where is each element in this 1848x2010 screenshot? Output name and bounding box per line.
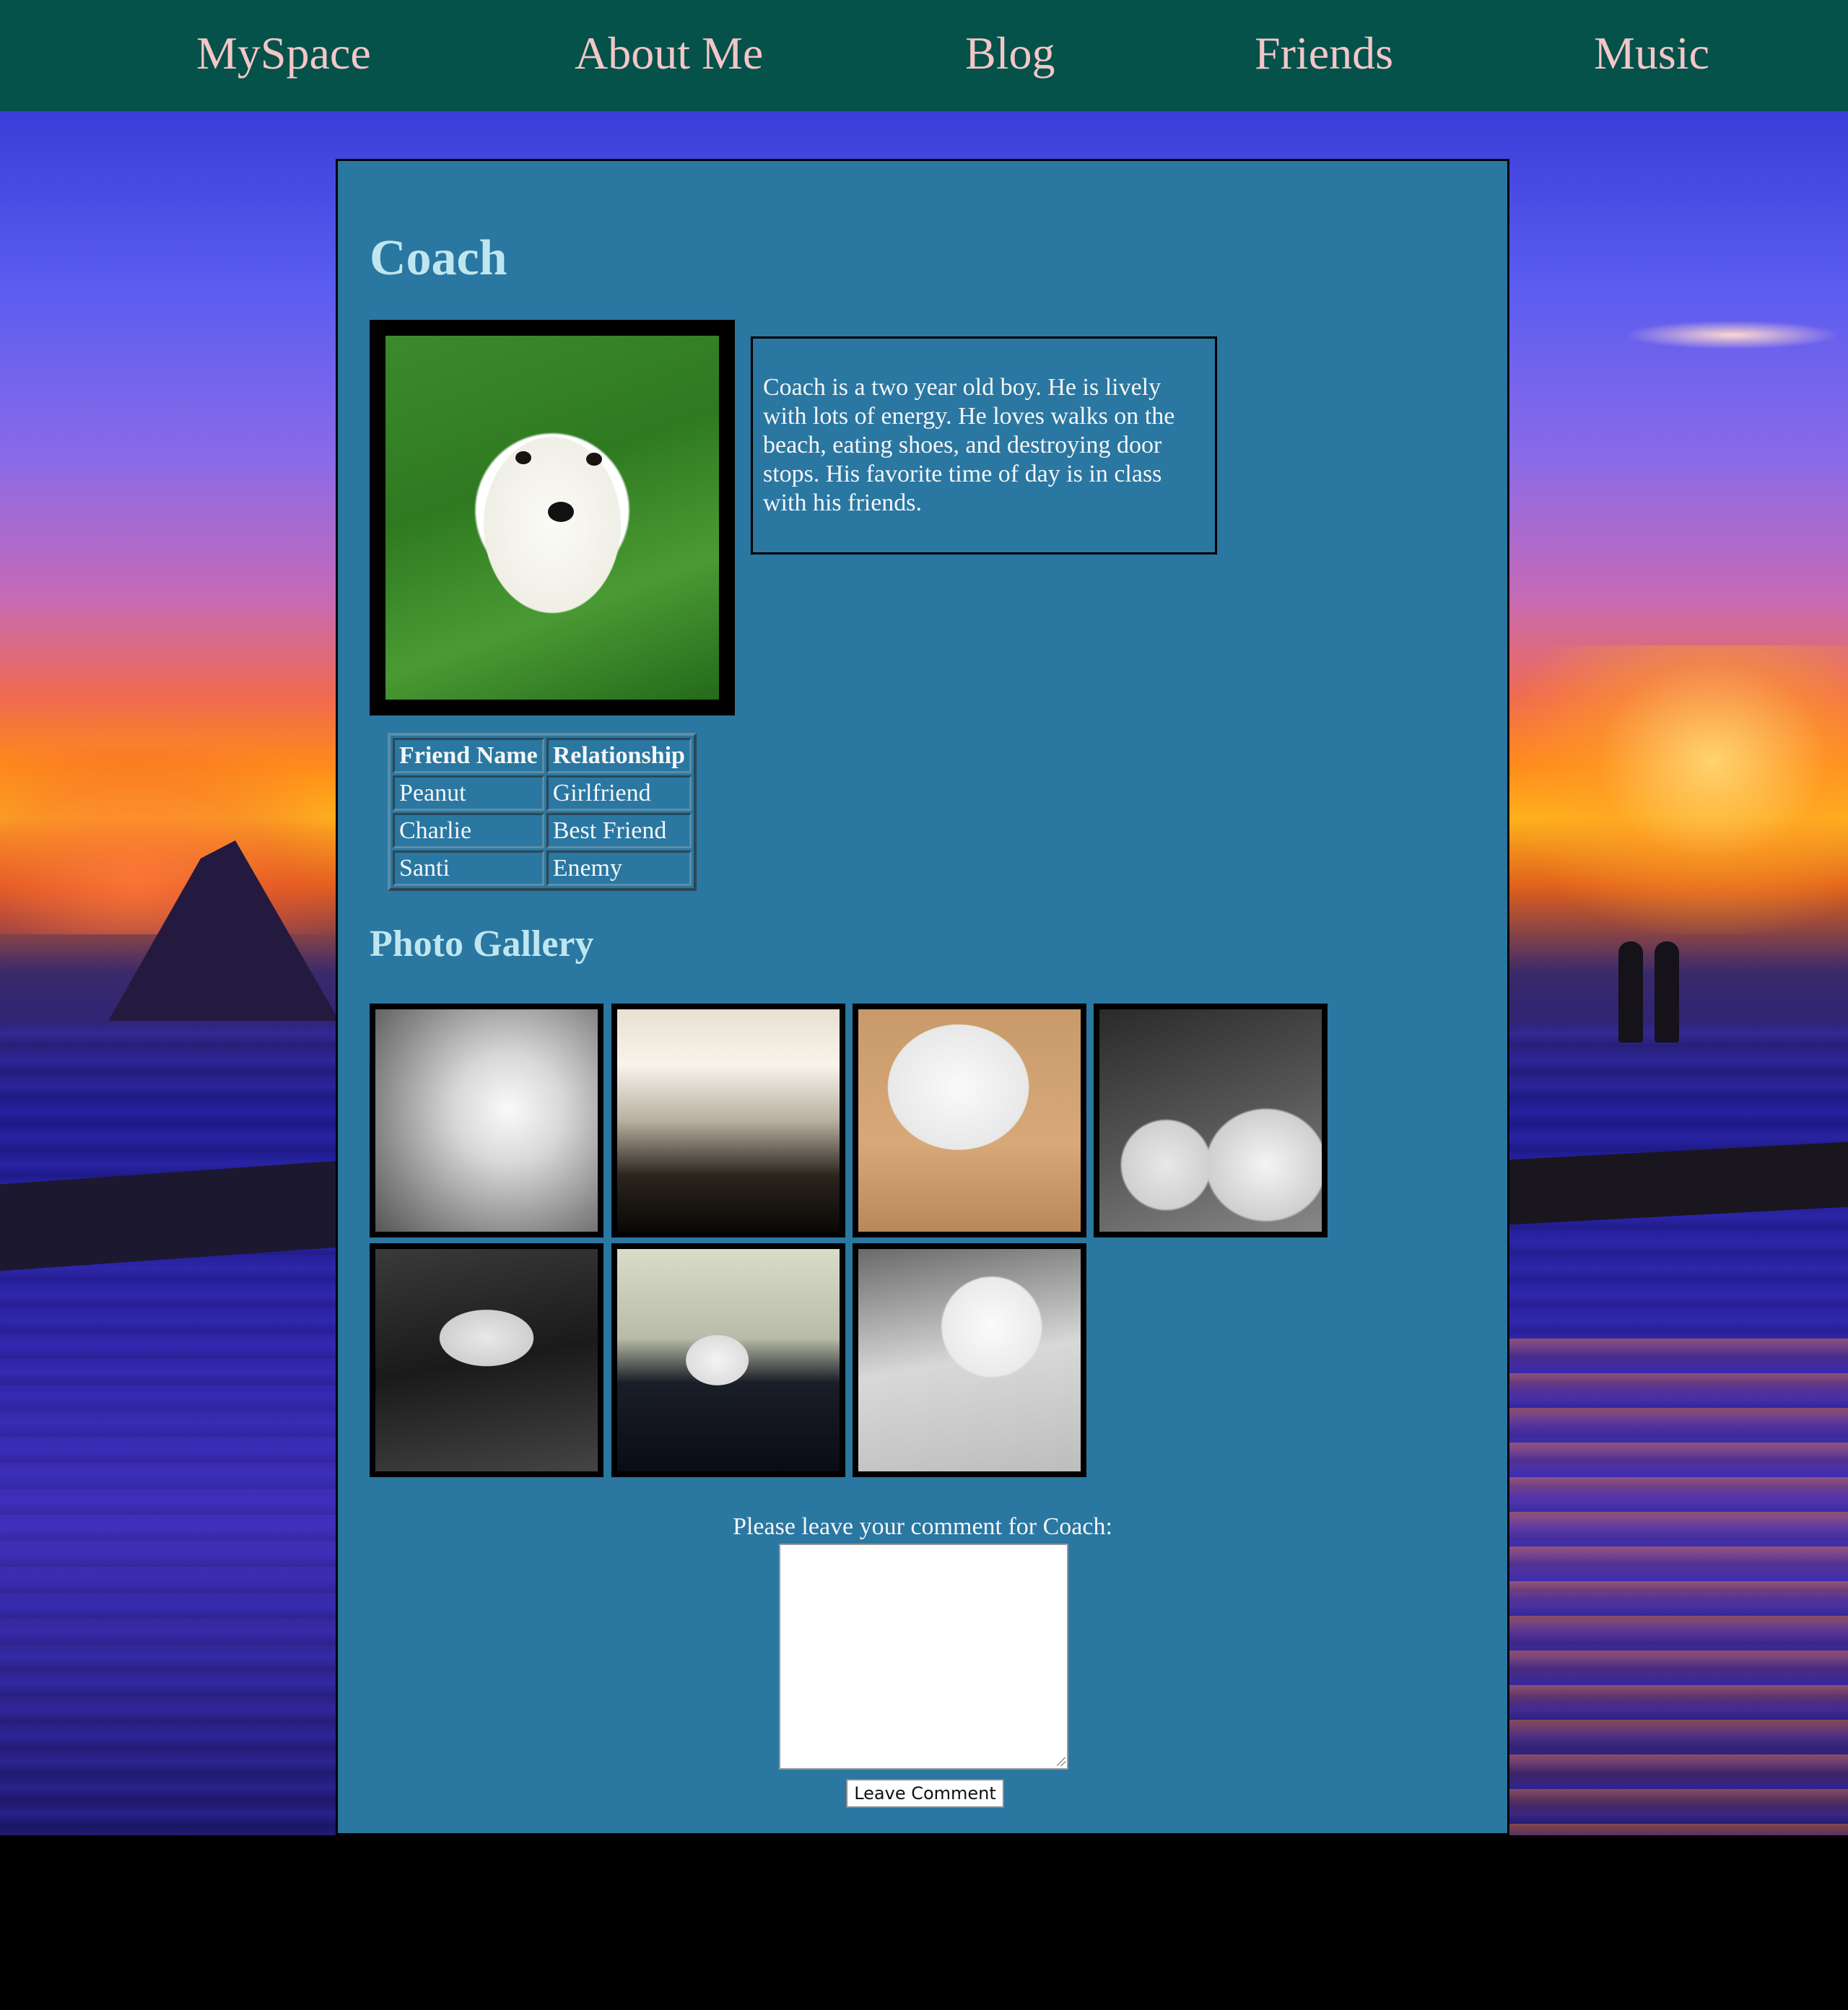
column-header-relationship: Relationship: [546, 738, 692, 773]
friend-name-cell: Peanut: [393, 775, 544, 811]
friend-name-cell: Charlie: [393, 813, 544, 848]
relationship-cell: Girlfriend: [546, 775, 692, 811]
table-header-row: Friend Name Relationship: [393, 738, 692, 773]
bio-box: Coach is a two year old boy. He is livel…: [751, 336, 1217, 554]
dog-eye: [586, 453, 602, 466]
dog-eye: [515, 451, 531, 464]
gallery-photo-3[interactable]: [853, 1004, 1086, 1237]
nav-link-blog[interactable]: Blog: [965, 25, 1055, 82]
comment-textarea[interactable]: [779, 1544, 1068, 1770]
gallery-photo-7[interactable]: [853, 1243, 1086, 1477]
nav-link-myspace[interactable]: MySpace: [196, 25, 371, 82]
gallery-photo-6[interactable]: [611, 1243, 845, 1477]
water-reflection: [1509, 1339, 1848, 1835]
dog-photo: [385, 336, 719, 700]
gallery-photo-1[interactable]: [370, 1004, 603, 1237]
friend-name-cell: Santi: [393, 850, 544, 886]
nav-link-friends[interactable]: Friends: [1255, 25, 1393, 82]
friends-table: Friend Name Relationship Peanut Girlfrie…: [388, 733, 697, 891]
nav-link-music[interactable]: Music: [1594, 25, 1709, 82]
nav-link-about-me[interactable]: About Me: [575, 25, 763, 82]
profile-panel: Coach Coach is a two year old boy. He is…: [336, 159, 1509, 1835]
gallery-title: Photo Gallery: [370, 923, 594, 965]
dog-nose: [548, 502, 574, 522]
gallery-photo-4[interactable]: [1094, 1004, 1328, 1237]
table-row: Santi Enemy: [393, 850, 692, 886]
relationship-cell: Enemy: [546, 850, 692, 886]
resize-grip-icon[interactable]: [1057, 1757, 1065, 1766]
sunset-glow-right: [1509, 645, 1848, 934]
relationship-cell: Best Friend: [546, 813, 692, 848]
leave-comment-button[interactable]: Leave Comment: [846, 1779, 1004, 1808]
table-row: Peanut Girlfriend: [393, 775, 692, 811]
top-nav-bar: MySpace About Me Blog Friends Music: [0, 0, 1848, 111]
comment-label: Please leave your comment for Coach:: [733, 1513, 1112, 1540]
sunset-glow-left: [0, 747, 339, 934]
clouds: [1624, 321, 1841, 349]
table-row: Charlie Best Friend: [393, 813, 692, 848]
couple-silhouette: [1610, 934, 1696, 1043]
column-header-friend-name: Friend Name: [393, 738, 544, 773]
profile-photo: [370, 320, 735, 715]
gallery-photo-5[interactable]: [370, 1243, 603, 1477]
page-title: Coach: [370, 230, 507, 286]
gallery-photo-2[interactable]: [611, 1004, 845, 1237]
